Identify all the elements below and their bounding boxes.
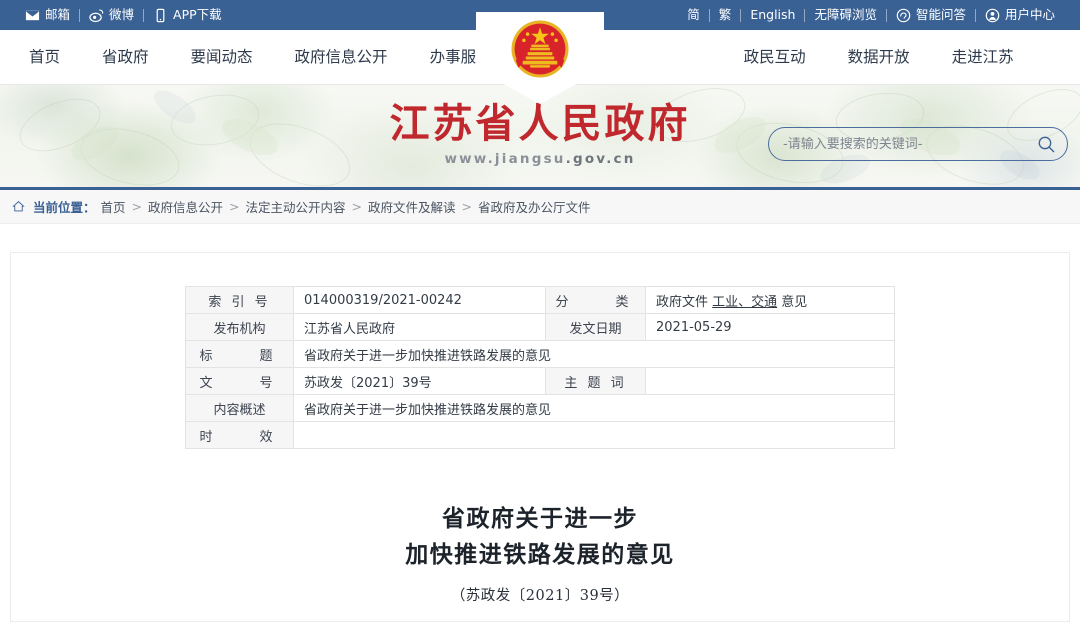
table-row: 标 题 省政府关于进一步加快推进铁路发展的意见 bbox=[185, 340, 895, 368]
metadata-label-index-number: 索 引 号 bbox=[185, 286, 294, 314]
nav-item-interaction[interactable]: 政民互动 bbox=[723, 30, 827, 85]
site-url-prefix: www.jiangsu bbox=[444, 151, 566, 167]
category-suffix: 意见 bbox=[777, 294, 808, 310]
main-navigation: 首页 省政府 要闻动态 政府信息公开 办事服务 政民互动 数据开放 走进江苏 bbox=[0, 12, 1080, 104]
topbar-link-accessibility-label: 无障碍浏览 bbox=[814, 6, 877, 22]
mail-icon bbox=[25, 8, 40, 23]
breadcrumb-separator: > bbox=[351, 199, 363, 214]
breadcrumb-separator: > bbox=[229, 199, 240, 214]
mobile-icon bbox=[153, 8, 168, 23]
topbar-link-mail[interactable]: 邮箱 bbox=[16, 8, 79, 23]
topbar-link-weibo[interactable]: 微博 bbox=[80, 8, 143, 23]
breadcrumb-item-documents-interpretation[interactable]: 政府文件及解读 bbox=[368, 197, 456, 216]
topbar-link-app-download-label: APP下载 bbox=[173, 6, 222, 22]
site-url: www.jiangsu.gov.cn bbox=[330, 151, 750, 167]
breadcrumb-separator: > bbox=[461, 199, 473, 214]
nav-item-news[interactable]: 要闻动态 bbox=[170, 30, 274, 85]
topbar-link-smart-qa[interactable]: 智能问答 bbox=[887, 8, 975, 23]
topbar-link-weibo-label: 微博 bbox=[109, 6, 135, 22]
metadata-value-validity bbox=[293, 421, 895, 449]
metadata-label-validity: 时 效 bbox=[185, 421, 294, 449]
topbar-link-accessibility[interactable]: 无障碍浏览 bbox=[805, 6, 886, 22]
metadata-value-title: 省政府关于进一步加快推进铁路发展的意见 bbox=[293, 340, 895, 368]
table-row: 发布机构 江苏省人民政府 发文日期 2021-05-29 bbox=[185, 313, 895, 341]
search-icon bbox=[1038, 136, 1054, 152]
nav-item-open-data[interactable]: 数据开放 bbox=[827, 30, 931, 85]
topbar-lang-traditional-label: 繁 bbox=[718, 6, 732, 22]
breadcrumb-label: 当前位置： bbox=[33, 200, 96, 215]
document-panel: 索 引 号 014000319/2021-00242 分 类 政府文件 工业、交… bbox=[10, 252, 1070, 622]
breadcrumb-item-provincial-documents[interactable]: 省政府及办公厅文件 bbox=[478, 197, 591, 216]
top-utility-bar: 邮箱 微博 APP下载 简 繁 English 无障碍浏览 智能问答 用户中心 bbox=[0, 0, 1080, 30]
topbar-link-mail-label: 邮箱 bbox=[45, 6, 71, 22]
main-nav-right-group: 政民互动 数据开放 走进江苏 bbox=[663, 30, 1035, 84]
search-button[interactable] bbox=[1033, 131, 1059, 157]
metadata-value-document-number: 苏政发〔2021〕39号 bbox=[293, 367, 546, 395]
search-input[interactable] bbox=[783, 136, 1033, 152]
metadata-value-index-number: 014000319/2021-00242 bbox=[293, 286, 546, 314]
topbar-lang-traditional[interactable]: 繁 bbox=[710, 6, 741, 22]
breadcrumb-item-home[interactable]: 首页 bbox=[101, 197, 126, 216]
site-title: 江苏省人民政府 bbox=[389, 100, 691, 147]
nav-item-home[interactable]: 首页 bbox=[8, 30, 81, 85]
site-brand: 江苏省人民政府 www.jiangsu.gov.cn bbox=[330, 100, 750, 168]
breadcrumb: 当前位置： 首页 > 政府信息公开 > 法定主动公开内容 > 政府文件及解读 >… bbox=[0, 190, 1080, 224]
site-url-suffix: .gov.cn bbox=[565, 151, 636, 167]
table-row: 时 效 bbox=[185, 421, 895, 449]
metadata-label-subject-terms: 主 题 词 bbox=[545, 367, 646, 395]
top-utility-right-group: 简 繁 English 无障碍浏览 智能问答 用户中心 bbox=[678, 0, 1064, 30]
metadata-label-issuing-agency: 发布机构 bbox=[185, 313, 294, 341]
category-prefix: 政府文件 bbox=[656, 294, 713, 310]
metadata-label-summary: 内容概述 bbox=[185, 394, 294, 422]
metadata-value-summary: 省政府关于进一步加快推进铁路发展的意见 bbox=[293, 394, 895, 422]
metadata-value-issuing-agency: 江苏省人民政府 bbox=[293, 313, 546, 341]
site-banner: 江苏省人民政府 www.jiangsu.gov.cn bbox=[0, 85, 1080, 190]
document-title-line-2: 加快推进铁路发展的意见 bbox=[405, 540, 675, 568]
user-icon bbox=[985, 8, 1000, 23]
metadata-label-document-number: 文 号 bbox=[185, 367, 294, 395]
main-nav-left-group: 首页 省政府 要闻动态 政府信息公开 办事服务 bbox=[0, 30, 513, 84]
table-row: 文 号 苏政发〔2021〕39号 主 题 词 bbox=[185, 367, 895, 395]
weibo-icon bbox=[89, 8, 104, 23]
topbar-link-app-download[interactable]: APP下载 bbox=[144, 8, 231, 23]
metadata-value-category: 政府文件 工业、交通 意见 bbox=[645, 286, 895, 314]
breadcrumb-item-info-disclosure[interactable]: 政府信息公开 bbox=[148, 197, 223, 216]
table-row: 索 引 号 014000319/2021-00242 分 类 政府文件 工业、交… bbox=[185, 286, 895, 314]
top-utility-left-group: 邮箱 微博 APP下载 bbox=[16, 0, 231, 30]
chat-icon bbox=[896, 8, 911, 23]
nav-item-government-info-disclosure[interactable]: 政府信息公开 bbox=[274, 30, 409, 85]
home-icon bbox=[12, 200, 25, 213]
search-box[interactable] bbox=[768, 127, 1068, 161]
document-number: （苏政发〔2021〕39号） bbox=[450, 588, 630, 605]
breadcrumb-item-statutory-content[interactable]: 法定主动公开内容 bbox=[246, 197, 346, 216]
category-link[interactable]: 工业、交通 bbox=[712, 295, 777, 310]
topbar-lang-english[interactable]: English bbox=[741, 6, 804, 22]
topbar-link-smart-qa-label: 智能问答 bbox=[915, 6, 966, 22]
document-metadata-table: 索 引 号 014000319/2021-00242 分 类 政府文件 工业、交… bbox=[185, 286, 895, 449]
metadata-value-issue-date: 2021-05-29 bbox=[645, 313, 895, 341]
document-title-line-1: 省政府关于进一步 bbox=[442, 505, 638, 532]
metadata-label-title: 标 题 bbox=[185, 340, 294, 368]
nav-item-provincial-government[interactable]: 省政府 bbox=[81, 30, 170, 85]
breadcrumb-separator: > bbox=[131, 199, 143, 214]
nav-item-services[interactable]: 办事服务 bbox=[409, 30, 513, 85]
table-row: 内容概述 省政府关于进一步加快推进铁路发展的意见 bbox=[185, 394, 895, 422]
topbar-lang-simplified[interactable]: 简 bbox=[678, 6, 709, 22]
metadata-label-issue-date: 发文日期 bbox=[545, 313, 646, 341]
document-heading: 省政府关于进一步 加快推进铁路发展的意见 （苏政发〔2021〕39号） bbox=[11, 501, 1069, 605]
metadata-value-subject-terms bbox=[645, 367, 895, 395]
topbar-link-user-center-label: 用户中心 bbox=[1004, 6, 1055, 22]
topbar-lang-english-label: English bbox=[750, 6, 796, 22]
nav-item-visit-jiangsu[interactable]: 走进江苏 bbox=[931, 30, 1035, 85]
topbar-lang-simplified-label: 简 bbox=[687, 6, 700, 22]
metadata-label-category: 分 类 bbox=[545, 286, 646, 314]
topbar-link-user-center[interactable]: 用户中心 bbox=[976, 8, 1064, 23]
